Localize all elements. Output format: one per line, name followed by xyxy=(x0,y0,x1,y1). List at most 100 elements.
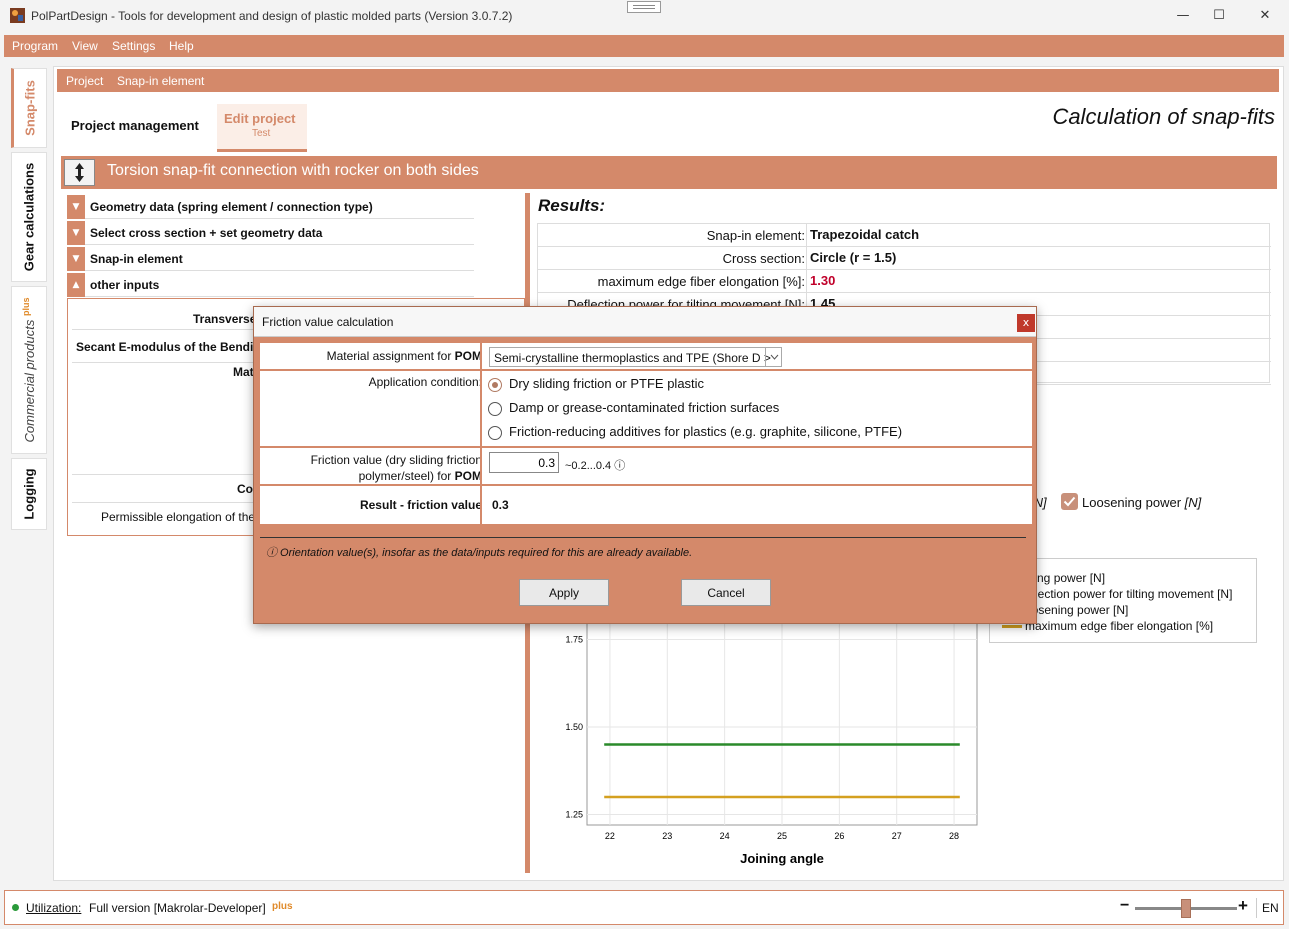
tab-edit-project-label: Edit project xyxy=(224,111,296,126)
dialog-close-button[interactable]: x xyxy=(1017,314,1035,332)
orientation-note: ⓘ Orientation value(s), insofar as the d… xyxy=(266,547,693,559)
legend-label: eflection power for tilting movement [N] xyxy=(1025,587,1233,601)
option-damp-radio[interactable] xyxy=(488,402,502,416)
result-value: Circle (r = 1.5) xyxy=(810,250,897,265)
dialog-titlebar: Friction value calculation x xyxy=(254,307,1036,337)
license-text: Full version [Makrolar-Developer] xyxy=(89,901,266,915)
material-assignment-label: Material assignment for POM xyxy=(326,349,482,363)
result-value-highlight: 1.30 xyxy=(810,273,836,288)
menu-program[interactable]: Program xyxy=(12,39,58,53)
tab-project-management-label: Project management xyxy=(71,118,199,133)
accordion-snap-in-label: Snap-in element xyxy=(90,252,183,266)
transverse-label: Transverse xyxy=(193,312,257,326)
tab-gear-calculations[interactable]: Gear calculations xyxy=(11,152,47,282)
tab-commercial-products[interactable]: Commercial products plus xyxy=(11,286,47,454)
accordion-cross-section[interactable]: ▼ Select cross section + set geometry da… xyxy=(67,221,474,245)
plus-badge: plus xyxy=(20,297,31,317)
menu-bar: Program View Settings Help xyxy=(4,35,1284,57)
material-row: Material assignment for POM Semi-crystal… xyxy=(260,343,1032,371)
language-selector[interactable]: EN xyxy=(1262,901,1279,915)
tab-edit-project[interactable]: Edit project Test xyxy=(217,104,307,152)
menu-help[interactable]: Help xyxy=(169,39,194,53)
legend-label: maximum edge fiber elongation [%] xyxy=(1025,619,1214,633)
window-titlebar: PolPartDesign - Tools for development an… xyxy=(0,0,1289,32)
result-value: Trapezoidal catch xyxy=(810,227,920,242)
option-damp-label[interactable]: Damp or grease-contaminated friction sur… xyxy=(509,400,779,415)
expand-collapse-button[interactable] xyxy=(64,159,95,186)
accordion-snap-in[interactable]: ▼ Snap-in element xyxy=(67,247,474,271)
tab-logging-label: Logging xyxy=(21,468,37,520)
secant-modulus-label: Secant E-modulus of the Bendin xyxy=(76,340,261,354)
dialog-form: Material assignment for POM Semi-crystal… xyxy=(260,343,1032,524)
friction-range-hint: ~0.2...0.4 ⓘ xyxy=(565,460,626,472)
tab-snap-fits[interactable]: Snap-fits xyxy=(11,68,47,148)
breadcrumb-snap-in[interactable]: Snap-in element xyxy=(117,74,204,88)
result-friction-value: 0.3 xyxy=(492,498,509,512)
friction-value-label: Friction value (dry sliding friction poly… xyxy=(310,453,482,483)
tab-edit-project-sub: Test xyxy=(252,128,271,139)
material-label: Mat xyxy=(233,365,254,379)
chevron-down-icon: ▼ xyxy=(67,221,85,245)
x-tick-label: 25 xyxy=(777,831,787,841)
option-dry-label[interactable]: Dry sliding friction or PTFE plastic xyxy=(509,376,704,391)
result-row: Snap-in element: Trapezoidal catch xyxy=(538,224,1271,247)
friction-value-input[interactable] xyxy=(489,452,559,473)
accordion-other-label: other inputs xyxy=(90,278,160,292)
x-axis-label: Joining angle xyxy=(740,851,824,866)
cancel-button[interactable]: Cancel xyxy=(681,579,771,606)
result-row: Result - friction value 0.3 xyxy=(260,486,1032,524)
utilization-link[interactable]: Utilization: xyxy=(26,901,81,915)
app-logo-icon xyxy=(10,8,25,23)
accordion-geometry-label: Geometry data (spring element / connecti… xyxy=(90,200,373,214)
section-title: Torsion snap-fit connection with rocker … xyxy=(107,162,479,179)
close-window-button[interactable]: ✕ xyxy=(1242,2,1288,30)
zoom-out-button[interactable]: − xyxy=(1120,897,1129,915)
friction-dialog: Friction value calculation x Material as… xyxy=(253,306,1037,624)
zoom-in-button[interactable]: + xyxy=(1238,896,1248,916)
menu-view[interactable]: View xyxy=(72,39,98,53)
maximize-button[interactable]: ☐ xyxy=(1196,2,1242,30)
material-select-value: Semi-crystalline thermoplastics and TPE … xyxy=(494,351,771,365)
permissible-elongation-label: Permissible elongation of the xyxy=(101,510,256,524)
x-tick-label: 24 xyxy=(720,831,730,841)
x-tick-label: 23 xyxy=(662,831,672,841)
x-tick-label: 22 xyxy=(605,831,615,841)
co-label: Co xyxy=(237,482,253,496)
x-tick-label: 28 xyxy=(949,831,959,841)
accordion-other-inputs[interactable]: ▲ other inputs xyxy=(67,273,474,297)
application-condition-label: Application condition: xyxy=(368,375,482,389)
menu-settings[interactable]: Settings xyxy=(112,39,155,53)
window-title: PolPartDesign - Tools for development an… xyxy=(31,9,513,23)
result-label: maximum edge fiber elongation [%]: xyxy=(597,274,805,289)
chevron-down-icon: ▼ xyxy=(67,247,85,271)
tab-project-management[interactable]: Project management xyxy=(63,104,215,152)
application-row: Application condition: Dry sliding frict… xyxy=(260,371,1032,448)
material-select[interactable]: Semi-crystalline thermoplastics and TPE … xyxy=(489,347,782,367)
x-tick-label: 27 xyxy=(892,831,902,841)
apply-button[interactable]: Apply xyxy=(519,579,609,606)
result-row: Cross section: Circle (r = 1.5) xyxy=(538,247,1271,270)
breadcrumb: Project Snap-in element xyxy=(57,69,1279,92)
option-additives-label[interactable]: Friction-reducing additives for plastics… xyxy=(509,424,902,439)
x-tick-label: 26 xyxy=(834,831,844,841)
dialog-title: Friction value calculation xyxy=(262,315,394,329)
plus-badge: plus xyxy=(272,901,293,912)
up-down-arrow-icon xyxy=(75,163,84,182)
legend-swatch xyxy=(1002,625,1022,629)
y-tick-label: 1.50 xyxy=(565,722,583,732)
option-additives-radio[interactable] xyxy=(488,426,502,440)
option-dry-radio[interactable] xyxy=(488,378,502,392)
drag-handle-icon[interactable] xyxy=(627,1,661,13)
breadcrumb-project[interactable]: Project xyxy=(66,74,103,88)
result-label: Cross section: xyxy=(722,251,805,266)
result-row: maximum edge fiber elongation [%]: 1.30 xyxy=(538,270,1271,293)
tab-snap-fits-label: Snap-fits xyxy=(22,80,38,136)
legend-label: ining power [N] xyxy=(1025,571,1106,585)
result-friction-label: Result - friction value xyxy=(359,498,482,512)
chevron-down-icon xyxy=(770,354,779,360)
tab-logging[interactable]: Logging xyxy=(11,458,47,530)
zoom-slider-thumb[interactable] xyxy=(1181,899,1191,918)
legend-label: oosening power [N] xyxy=(1025,603,1129,617)
accordion-cross-section-label: Select cross section + set geometry data xyxy=(90,226,323,240)
accordion-geometry[interactable]: ▼ Geometry data (spring element / connec… xyxy=(67,195,474,219)
